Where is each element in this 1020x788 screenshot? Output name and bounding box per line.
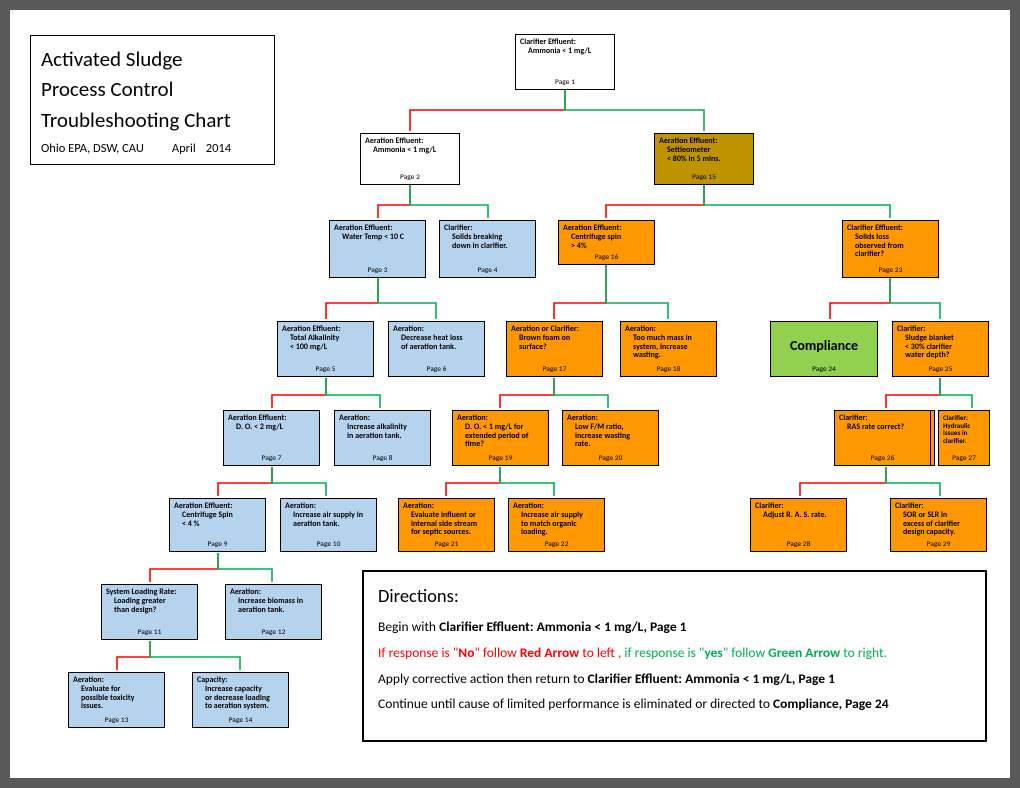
node-page-9: Aeration Effluent:Centrifuge Spin< 4 %Pa…	[169, 498, 266, 552]
node-page-8: Aeration:Increase alkalinityin aeration …	[334, 410, 431, 466]
directions-line-3: Apply corrective action then return to C…	[378, 669, 971, 690]
title-line-1: Activated Sludge	[41, 44, 264, 74]
node-page-25: Clarifier:Sludge blanket< 30% clarifierw…	[892, 321, 989, 377]
node-page-13: Aeration:Evaluate forpossible toxicityis…	[68, 672, 165, 728]
node-page-24-compliance: Compliance Page 24	[770, 321, 878, 377]
node-page-16: Aeration Effluent:Centrifuge spin> 4%Pag…	[558, 220, 655, 265]
node-page-7: Aeration Effluent:D. O. < 2 mg/LPage 7	[223, 410, 320, 466]
node-page-22: Aeration:Increase air supplyto match org…	[508, 498, 605, 552]
node-page-12: Aeration:Increase biomass inaeration tan…	[225, 584, 322, 640]
directions-box: Directions: Begin with Clarifier Effluen…	[362, 570, 987, 742]
title-line-2: Process Control	[41, 74, 264, 104]
node-page-23: Clarifier Effluent:Solids lossobserved f…	[842, 220, 939, 278]
node-page-18: Aeration:Too much mass insystem, increas…	[620, 321, 717, 377]
node-page-2: Aeration Effluent:Ammonia < 1 mg/LPage 2	[360, 133, 460, 185]
title-org: Ohio EPA, DSW, CAU	[41, 141, 144, 156]
node-page-21: Aeration:Evaluate influent orinternal si…	[398, 498, 495, 552]
node-page-10: Aeration:Increase air supply inaeration …	[280, 498, 377, 552]
node-page-1: Clarifier Effluent: Ammonia < 1 mg/L Pag…	[515, 34, 615, 90]
node-page-19: Aeration:D. O. < 1 mg/L forextended peri…	[452, 410, 549, 466]
node-page-20: Aeration:Low F/M ratio,increase wastingr…	[562, 410, 659, 466]
node-page-15: Aeration Effluent:Settleometer< 80% in 5…	[654, 133, 754, 185]
title-line-3: Troubleshooting Chart	[41, 105, 264, 135]
node-page-17: Aeration or Clarifier:Brown foam onsurfa…	[506, 321, 603, 377]
node-page-29: Clarifier:SOR or SLR inexcess of clarifi…	[890, 498, 987, 552]
node-page-3: Aeration Effluent:Water Temp < 10 CPage …	[329, 220, 426, 278]
node-page-28: Clarifier:Adjust R. A. S. rate.Page 28	[750, 498, 847, 552]
directions-line-4: Continue until cause of limited performa…	[378, 694, 971, 715]
node-page-6: Aeration:Decrease heat lossof aeration t…	[388, 321, 485, 377]
title-month: April	[172, 141, 196, 156]
troubleshooting-chart: Activated Sludge Process Control Trouble…	[0, 0, 1020, 788]
directions-line-2: If response is "No" follow Red Arrow to …	[378, 643, 971, 664]
directions-title: Directions:	[378, 582, 971, 611]
title-year: 2014	[206, 141, 231, 156]
node-page-14: Capacity:Increase capacityor decrease lo…	[192, 672, 289, 728]
node-page-27b: Clarifier:Hydraulic issues inclarifier.P…	[938, 410, 990, 466]
node-page-26b: Clarifier:RAS rate correct?Page 26	[834, 410, 931, 466]
node-page-11: System Loading Rate:Loading greaterthan …	[101, 584, 198, 640]
title-box: Activated Sludge Process Control Trouble…	[30, 35, 275, 165]
title-subtitle: Ohio EPA, DSW, CAU April 2014	[41, 141, 264, 156]
directions-line-1: Begin with Clarifier Effluent: Ammonia <…	[378, 617, 971, 638]
node-page-5: Aeration Effluent:Total Alkalinity< 100 …	[277, 321, 374, 377]
node-page-4: Clarifier:Solids breakingdown in clarifi…	[439, 220, 536, 278]
